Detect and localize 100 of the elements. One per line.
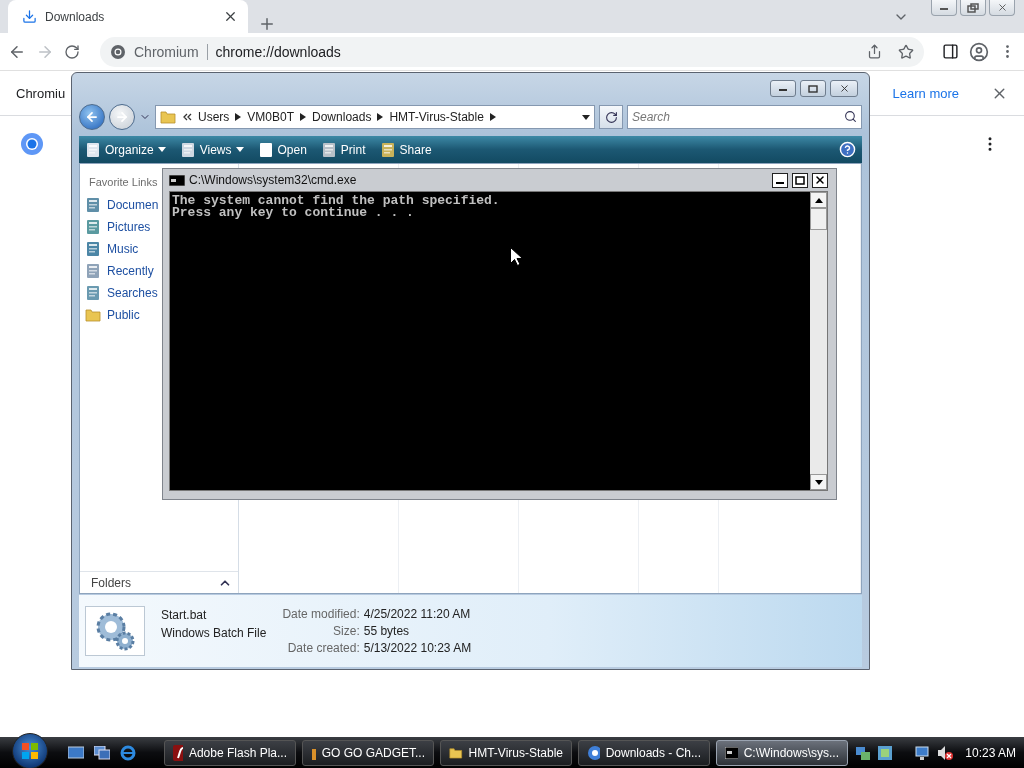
- folders-bar[interactable]: Folders: [80, 571, 238, 593]
- chevron-right-icon[interactable]: [235, 113, 242, 121]
- flash-icon: [173, 744, 183, 761]
- toolbar-icon: [320, 141, 337, 158]
- breadcrumb[interactable]: HMT-Virus-Stable: [389, 110, 484, 124]
- close-button[interactable]: [812, 172, 828, 188]
- console-icon: [169, 174, 185, 186]
- chromium-logo-icon: [20, 132, 44, 156]
- file-type: Windows Batch File: [161, 626, 267, 640]
- show-desktop-icon[interactable]: [68, 745, 84, 760]
- restore-icon: [967, 2, 979, 13]
- caret-up-icon: [814, 197, 823, 203]
- field-value: 55 bytes: [363, 624, 411, 638]
- caret-down-icon: [814, 479, 823, 485]
- library-icon: [85, 219, 101, 235]
- folders-label: Folders: [91, 575, 131, 590]
- network-icon: [855, 744, 872, 761]
- toolbar-icon: [179, 141, 196, 158]
- taskbar-button[interactable]: Downloads - Ch...: [578, 739, 710, 766]
- reload-icon[interactable]: [64, 43, 80, 60]
- library-icon: [85, 197, 101, 213]
- scroll-thumb[interactable]: [810, 208, 827, 230]
- share-icon[interactable]: [867, 44, 882, 59]
- toolbar-icon: [85, 141, 101, 158]
- favorite-link[interactable]: Music: [85, 238, 139, 260]
- field-label: Date modified:: [282, 607, 360, 621]
- help-icon[interactable]: [839, 141, 856, 158]
- forward-button[interactable]: [109, 104, 135, 130]
- breadcrumb-bar[interactable]: Users VM0B0T Downloads HMT-Virus-Stable: [155, 105, 595, 129]
- start-button[interactable]: [12, 732, 48, 768]
- infobar-text: Chromiu: [16, 85, 66, 101]
- minimize-button[interactable]: [931, 0, 957, 16]
- breadcrumb[interactable]: Users: [198, 110, 230, 124]
- browser-icon[interactable]: [119, 743, 137, 762]
- scroll-down-button[interactable]: [810, 474, 827, 490]
- favorite-link[interactable]: Searches: [85, 282, 158, 304]
- toolbar-button[interactable]: Organize: [85, 141, 166, 158]
- favorite-link[interactable]: Public: [85, 304, 140, 326]
- favorite-link[interactable]: Documen: [85, 194, 159, 216]
- chevron-right-icon[interactable]: [489, 113, 496, 121]
- scroll-up-button[interactable]: [810, 192, 827, 208]
- back-button[interactable]: [79, 104, 105, 130]
- close-icon: [814, 174, 826, 186]
- refresh-button[interactable]: [599, 105, 623, 129]
- taskbar-button[interactable]: HMT-Virus-Stable: [440, 739, 572, 766]
- folder-icon: [160, 109, 176, 125]
- search-icon[interactable]: [844, 110, 857, 123]
- field-label: Date created:: [286, 641, 360, 655]
- monitor-icon: [915, 744, 932, 761]
- learn-more-link[interactable]: Learn more: [892, 85, 959, 101]
- scrollbar[interactable]: [810, 192, 827, 490]
- toolbar-button[interactable]: Views: [179, 141, 244, 158]
- new-tab-icon[interactable]: [258, 15, 276, 33]
- library-icon: [85, 285, 101, 301]
- maximize-icon: [795, 175, 805, 185]
- dropdown-icon[interactable]: [582, 114, 590, 120]
- toolbar-button[interactable]: Open: [257, 141, 307, 158]
- clock[interactable]: 10:23 AM: [965, 745, 1016, 760]
- restore-button[interactable]: [960, 0, 986, 16]
- caret-icon: [157, 147, 166, 152]
- breadcrumb[interactable]: VM0B0T: [247, 110, 295, 124]
- side-panel-icon[interactable]: [942, 43, 959, 60]
- toolbar-button[interactable]: Print: [320, 141, 366, 158]
- windows-logo-icon: [21, 741, 39, 760]
- chevron-right-icon[interactable]: [300, 113, 307, 121]
- favorite-link[interactable]: Recently: [85, 260, 154, 282]
- close-icon[interactable]: [223, 9, 238, 24]
- minimize-button[interactable]: [770, 80, 796, 97]
- console-line: The system cannot find the path specified.: [172, 195, 501, 207]
- field-value: 4/25/2022 11:20 AM: [363, 607, 472, 621]
- minimize-button[interactable]: [772, 172, 788, 188]
- chromium-icon: [110, 43, 126, 60]
- library-icon: [85, 263, 101, 279]
- address-bar[interactable]: Chromium chrome://downloads: [100, 36, 924, 67]
- refresh-icon: [604, 110, 618, 124]
- browser-icon: [587, 744, 600, 761]
- maximize-icon: [808, 84, 818, 93]
- favorite-links-heading: Favorite Links: [88, 175, 158, 190]
- taskbar-button[interactable]: C:\Windows\sys...: [716, 739, 848, 766]
- star-icon[interactable]: [898, 43, 914, 60]
- field-label: Size:: [332, 624, 360, 638]
- search-field[interactable]: Search: [627, 105, 862, 129]
- favorite-link[interactable]: Pictures: [85, 216, 151, 238]
- folder-icon: [85, 307, 101, 323]
- taskbar-button[interactable]: GO GO GADGET...: [302, 739, 434, 766]
- switch-windows-icon[interactable]: [94, 745, 110, 760]
- muted-speaker-icon[interactable]: [937, 744, 954, 761]
- toolbar-button[interactable]: Share: [379, 141, 432, 158]
- cursor-icon: [510, 247, 522, 266]
- console-icon: [725, 746, 738, 759]
- maximize-button[interactable]: [792, 172, 808, 188]
- console-line: Press any key to continue . . .: [172, 207, 415, 219]
- profile-icon[interactable]: [969, 41, 989, 62]
- chevron-right-icon[interactable]: [377, 113, 384, 121]
- forward-arrow-icon: [115, 110, 129, 124]
- breadcrumb[interactable]: Downloads: [312, 110, 372, 124]
- overflow-chevron-icon[interactable]: [182, 112, 192, 122]
- browser-tab[interactable]: Downloads: [8, 0, 248, 33]
- taskbar-button[interactable]: Adobe Flash Pla...: [164, 739, 296, 766]
- field-value: 5/13/2022 10:23 AM: [363, 641, 472, 655]
